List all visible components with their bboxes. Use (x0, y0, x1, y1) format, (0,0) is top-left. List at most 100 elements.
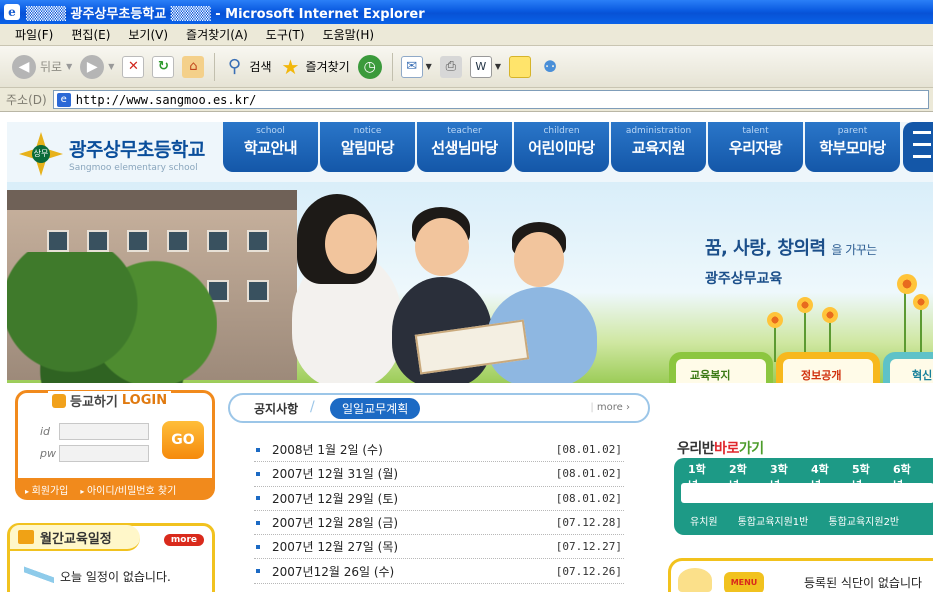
back-button[interactable]: ◀ 뒤로 ▼ (12, 54, 72, 79)
bullet-icon (256, 471, 260, 476)
home-button[interactable]: ⌂ (182, 55, 205, 78)
quick-link-disclosure[interactable]: 정보공개 go (776, 352, 880, 383)
menu-file[interactable]: 파일(F) (6, 26, 62, 43)
school-name-en: Sangmoo elementary school (69, 163, 198, 173)
back-dropdown-icon[interactable]: ▼ (66, 62, 72, 71)
bullet-icon (256, 520, 260, 525)
bullet-icon (256, 496, 260, 501)
search-button[interactable]: ⚲ 검색 (223, 56, 272, 78)
toolbar-separator (391, 52, 393, 81)
back-label: 뒤로 (40, 60, 63, 74)
menu-view[interactable]: 보기(V) (119, 26, 177, 43)
history-button[interactable]: ◷ (357, 54, 382, 79)
nav-children[interactable]: children 어린이마당 (514, 122, 609, 172)
list-item-subject[interactable]: 2007년 12월 27일 (목) (272, 538, 556, 555)
sitemap-menu-icon[interactable] (903, 122, 933, 172)
bullet-icon (256, 544, 260, 549)
main-navigation: school 학교안내 notice 알림마당 teacher 선생님마당 ch… (223, 122, 902, 172)
list-item-date: [08.01.02] (555, 467, 622, 481)
forward-dropdown-icon[interactable]: ▼ (108, 62, 114, 71)
monthly-schedule-box: 월간교육일정 more 오늘 일정이 없습니다. (7, 523, 215, 592)
tab-notice[interactable]: 공지사항 (254, 400, 298, 417)
list-item[interactable]: 2007년 12월 27일 (목) [07.12.27] (254, 535, 624, 560)
school-emblem-icon: 상무 (19, 132, 63, 176)
list-item-subject[interactable]: 2007년 12월 28일 (금) (272, 514, 556, 531)
class-shortcut-title-b: 바로 (714, 441, 739, 457)
nav-notice-label: 알림마당 (340, 139, 395, 157)
favorites-star-icon: ★ (281, 54, 300, 79)
list-item-subject[interactable]: 2008년 1월 2일 (수) (272, 441, 556, 458)
schedule-more-button[interactable]: more (163, 534, 204, 546)
nav-school[interactable]: school 학교안내 (223, 122, 318, 172)
quick-link-welfare-label: 교육복지 (690, 369, 731, 382)
menu-bar: 파일(F) 편집(E) 보기(V) 즐겨찾기(A) 도구(T) 도움말(H) (0, 24, 933, 46)
nav-administration[interactable]: administration 교육지원 (611, 122, 706, 172)
address-url[interactable]: http://www.sangmoo.es.kr/ (76, 93, 257, 107)
list-item[interactable]: 2007년 12월 28일 (금) [07.12.28] (254, 511, 624, 536)
id-input[interactable] (59, 423, 149, 440)
toolbar-separator (214, 52, 216, 81)
slogan-suffix: 을 가꾸는 (831, 243, 877, 257)
nav-administration-en: administration (625, 126, 692, 136)
list-item-subject[interactable]: 2007년 12월 29일 (토) (272, 490, 556, 507)
board-more-link[interactable]: more (590, 402, 630, 413)
edit-button[interactable]: W ▼ (469, 55, 501, 78)
special-class-1-link[interactable]: 통합교육지원1반 (738, 513, 809, 528)
nav-notice[interactable]: notice 알림마당 (320, 122, 415, 172)
nav-children-label: 어린이마당 (528, 139, 595, 157)
discuss-button[interactable] (508, 55, 531, 78)
list-item-subject[interactable]: 2007년12월 26일 (수) (272, 563, 556, 580)
search-icon: ⚲ (227, 56, 241, 77)
gift-icon (18, 530, 34, 544)
find-account-link[interactable]: 아이디/비밀번호 찾기 (80, 482, 176, 497)
slogan-line1: 꿈, 사랑, 창의력 (705, 238, 826, 259)
nav-parent-label: 학부모마당 (819, 139, 886, 157)
class-select-field[interactable] (681, 483, 933, 503)
menu-favorites[interactable]: 즐겨찾기(A) (177, 26, 257, 43)
quick-link-innovation[interactable]: 혁신 (883, 352, 933, 383)
login-title: 등교하기 LOGIN (48, 391, 172, 410)
pw-input[interactable] (59, 445, 149, 462)
menu-help[interactable]: 도움말(H) (314, 26, 384, 43)
trees-image (7, 252, 217, 383)
refresh-button[interactable]: ↻ (152, 55, 175, 78)
list-item[interactable]: 2007년 12월 31일 (월) [08.01.02] (254, 462, 624, 487)
mail-dropdown-icon[interactable]: ▼ (426, 62, 432, 71)
nav-talent[interactable]: talent 우리자랑 (708, 122, 803, 172)
list-item[interactable]: 2007년 12월 29일 (토) [08.01.02] (254, 487, 624, 511)
nav-notice-en: notice (353, 126, 382, 136)
list-item-date: [07.12.27] (555, 540, 622, 554)
nav-administration-label: 교육지원 (631, 139, 686, 157)
address-input[interactable]: e http://www.sangmoo.es.kr/ (52, 90, 929, 109)
kindergarten-link[interactable]: 유치원 (690, 513, 718, 528)
edit-dropdown-icon[interactable]: ▼ (495, 62, 501, 71)
list-item[interactable]: 2007년12월 26일 (수) [07.12.26] (254, 559, 624, 584)
menu-tools[interactable]: 도구(T) (257, 26, 314, 43)
list-item[interactable]: 2008년 1월 2일 (수) [08.01.02] (254, 438, 624, 463)
tab-divider: / (310, 399, 315, 415)
list-item-date: [08.01.02] (555, 443, 622, 457)
menu-edit[interactable]: 편집(E) (62, 26, 119, 43)
nav-teacher[interactable]: teacher 선생님마당 (417, 122, 512, 172)
slogan: 꿈, 사랑, 창의력 을 가꾸는 광주상무교육 (705, 234, 877, 288)
pw-label: pw (40, 447, 56, 460)
stop-button[interactable]: ✕ (122, 55, 145, 78)
list-item-subject[interactable]: 2007년 12월 31일 (월) (272, 465, 556, 482)
favorites-button[interactable]: ★ 즐겨찾기 (280, 54, 350, 79)
signup-link[interactable]: 회원가입 (25, 482, 69, 497)
messenger-button[interactable]: ⚉ (539, 56, 561, 78)
monthly-schedule-tab: 월간교육일정 (10, 525, 140, 551)
paper-plane-icon (24, 566, 54, 584)
school-logo[interactable]: 상무 광주상무초등학교 Sangmoo elementary school (19, 132, 205, 176)
quick-link-welfare[interactable]: 교육복지 go (669, 352, 773, 383)
login-go-button[interactable]: GO (162, 421, 204, 459)
forward-button[interactable]: ▶ ▼ (80, 54, 114, 79)
special-class-2-link[interactable]: 통합교육지원2반 (828, 513, 899, 528)
nav-parent[interactable]: parent 학부모마당 (805, 122, 900, 172)
special-class-links: 유치원 통합교육지원1반 통합교육지원2반 (690, 513, 919, 528)
print-button[interactable]: ⎙ (439, 55, 462, 78)
class-shortcut-title-a: 우리반 (677, 441, 715, 457)
tab-daily-plan[interactable]: 일일교무계획 (330, 398, 421, 419)
mail-button[interactable]: ✉ ▼ (400, 55, 432, 78)
class-shortcut-title-c: 가기 (738, 441, 764, 457)
